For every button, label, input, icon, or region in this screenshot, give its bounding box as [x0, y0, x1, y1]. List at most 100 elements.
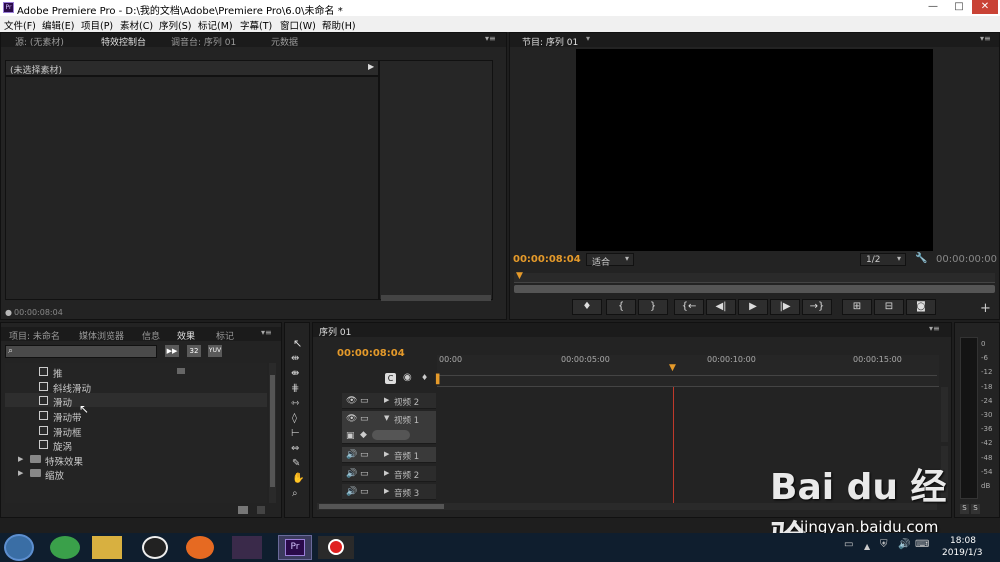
new-bin-icon[interactable] — [238, 506, 248, 514]
expand-arrow-icon[interactable]: ▶ — [384, 487, 389, 495]
lock-icon[interactable]: ▭ — [360, 414, 369, 424]
fit-dropdown[interactable]: 适合 ▾ — [586, 253, 634, 268]
mark-in-button[interactable]: { — [606, 299, 636, 315]
file-explorer-icon[interactable] — [92, 536, 122, 559]
expand-arrow-icon[interactable]: ▶ — [368, 62, 374, 71]
menu-clip[interactable]: 素材(C) — [120, 18, 153, 32]
marker-target-icon[interactable]: ◉ — [403, 372, 412, 383]
premiere-taskbar-button[interactable]: Pr — [278, 535, 312, 560]
panel-menu-icon[interactable]: ▾≡ — [929, 324, 940, 333]
speaker-icon[interactable]: 🔊 — [346, 487, 357, 497]
maximize-button[interactable]: □ — [946, 0, 972, 14]
recorder-icon[interactable] — [318, 536, 354, 559]
list-item[interactable]: 斜线滑动 — [53, 381, 91, 395]
tab-program[interactable]: 节目: 序列 01 — [522, 35, 578, 48]
menu-sequence[interactable]: 序列(S) — [159, 18, 191, 32]
lock-icon[interactable]: ▭ — [360, 487, 369, 497]
panel-menu-icon[interactable]: ▾≡ — [980, 34, 991, 43]
expand-arrow-icon[interactable]: ▶ — [384, 450, 389, 458]
panel-menu-icon[interactable]: ▾≡ — [485, 34, 496, 43]
mark-out-button[interactable]: } — [638, 299, 668, 315]
add-marker-icon[interactable]: ♦ — [421, 373, 428, 382]
lock-icon[interactable]: ▭ — [360, 469, 369, 479]
security-icon[interactable]: ⛨ — [880, 539, 888, 550]
work-area-start-icon[interactable]: ▌ — [436, 375, 443, 385]
timeline-ruler[interactable]: 00:00 00:00:05:00 00:00:10:00 00:00:15:0… — [436, 355, 939, 387]
speaker-icon[interactable]: 🔊 — [346, 450, 357, 460]
play-button[interactable]: ▶ — [738, 299, 768, 315]
step-forward-button[interactable]: |▶ — [770, 299, 800, 315]
network-icon[interactable]: ▭ — [844, 539, 853, 550]
add-button-icon[interactable]: + — [980, 301, 991, 316]
hand-tool-icon[interactable]: ✋ — [292, 473, 304, 484]
tab-project[interactable]: 项目: 未命名 — [9, 329, 60, 342]
go-to-out-button[interactable]: →} — [802, 299, 832, 315]
rate-stretch-tool-icon[interactable]: ⇿ — [291, 398, 299, 409]
effects-scrollbar[interactable] — [381, 295, 491, 301]
zoom-tool-icon[interactable]: ⌕ — [292, 488, 298, 499]
extract-button[interactable]: ⊟ — [874, 299, 904, 315]
ripple-edit-tool-icon[interactable]: ⇼ — [291, 368, 299, 379]
tab-metadata[interactable]: 元数据 — [271, 35, 298, 48]
lock-icon[interactable]: ▭ — [360, 396, 369, 406]
wrench-icon[interactable]: 🔧 — [915, 253, 927, 264]
resolution-dropdown[interactable]: 1/2 ▾ — [860, 253, 906, 266]
tab-markers[interactable]: 标记 — [216, 329, 234, 342]
expand-arrow-icon[interactable]: ▶ — [18, 455, 23, 463]
menu-file[interactable]: 文件(F) — [4, 18, 36, 32]
expand-arrow-icon[interactable]: ▶ — [18, 469, 23, 477]
menu-marker[interactable]: 标记(M) — [198, 18, 233, 32]
start-button[interactable] — [4, 534, 34, 561]
razor-tool-icon[interactable]: ◊ — [292, 413, 297, 424]
360-browser-icon[interactable] — [50, 536, 80, 559]
menu-window[interactable]: 窗口(W) — [280, 18, 316, 32]
expand-arrow-icon[interactable]: ▶ — [384, 469, 389, 477]
eye-icon[interactable]: 👁 — [346, 396, 357, 406]
rolling-edit-tool-icon[interactable]: ⋕ — [291, 383, 299, 394]
scroll-thumb[interactable] — [270, 375, 275, 487]
menu-edit[interactable]: 编辑(E) — [42, 18, 74, 32]
accelerated-effects-icon[interactable]: ▶▶ — [165, 345, 179, 357]
32bit-badge[interactable]: 32 — [187, 345, 201, 357]
tab-source[interactable]: 源: (无素材) — [15, 35, 64, 48]
list-item[interactable]: 旋涡 — [53, 439, 72, 453]
folder-item[interactable]: 特殊效果 — [45, 454, 83, 468]
menu-title[interactable]: 字幕(T) — [240, 18, 272, 32]
tab-sequence[interactable]: 序列 01 — [319, 325, 351, 338]
program-timecode[interactable]: 00:00:08:04 — [513, 254, 581, 265]
clock-time[interactable]: 18:08 — [950, 536, 976, 546]
program-dropdown-icon[interactable]: ▾ — [586, 34, 590, 43]
volume-icon[interactable]: 🔊 — [898, 539, 910, 550]
keyframe-icon[interactable]: ◆ — [360, 430, 367, 440]
list-item[interactable]: 滑动 — [53, 395, 72, 409]
media-encoder-icon[interactable] — [232, 536, 262, 559]
tab-effect-controls[interactable]: 特效控制台 — [101, 35, 146, 48]
keyframe-display-icon[interactable]: ▣ — [346, 431, 355, 441]
eye-icon[interactable]: 👁 — [346, 414, 357, 424]
effects-search-input[interactable]: ⌕ — [5, 345, 157, 358]
minimize-button[interactable]: — — [920, 0, 946, 14]
export-frame-button[interactable]: ◙ — [906, 299, 936, 315]
tab-audio-mixer[interactable]: 调音台: 序列 01 — [171, 35, 236, 48]
solo-left-button[interactable]: S — [960, 504, 969, 514]
menu-help[interactable]: 帮助(H) — [322, 18, 356, 32]
lift-button[interactable]: ⊞ — [842, 299, 872, 315]
expand-arrow-icon[interactable]: ▶ — [384, 396, 389, 404]
solo-right-button[interactable]: S — [971, 504, 980, 514]
speaker-icon[interactable]: 🔊 — [346, 469, 357, 479]
qq-icon[interactable] — [142, 536, 168, 559]
panel-menu-icon[interactable]: ▾≡ — [261, 328, 272, 337]
menu-project[interactable]: 项目(P) — [81, 18, 113, 32]
collapse-arrow-icon[interactable]: ▼ — [384, 414, 389, 422]
list-item[interactable]: 推 — [53, 366, 63, 380]
keyframe-nav-pill[interactable] — [372, 430, 410, 440]
yuv-badge[interactable]: YUV — [208, 345, 222, 357]
ime-icon[interactable]: ⌨ — [915, 539, 929, 550]
playhead-marker-icon[interactable]: ▼ — [516, 271, 523, 281]
tab-effects[interactable]: 效果 — [177, 329, 195, 342]
tab-info[interactable]: 信息 — [142, 329, 160, 342]
folder-item[interactable]: 缩放 — [45, 468, 64, 482]
track-select-tool-icon[interactable]: ⇹ — [291, 353, 299, 364]
effects-scrollbar[interactable] — [269, 363, 276, 503]
tab-media-browser[interactable]: 媒体浏览器 — [79, 329, 124, 342]
